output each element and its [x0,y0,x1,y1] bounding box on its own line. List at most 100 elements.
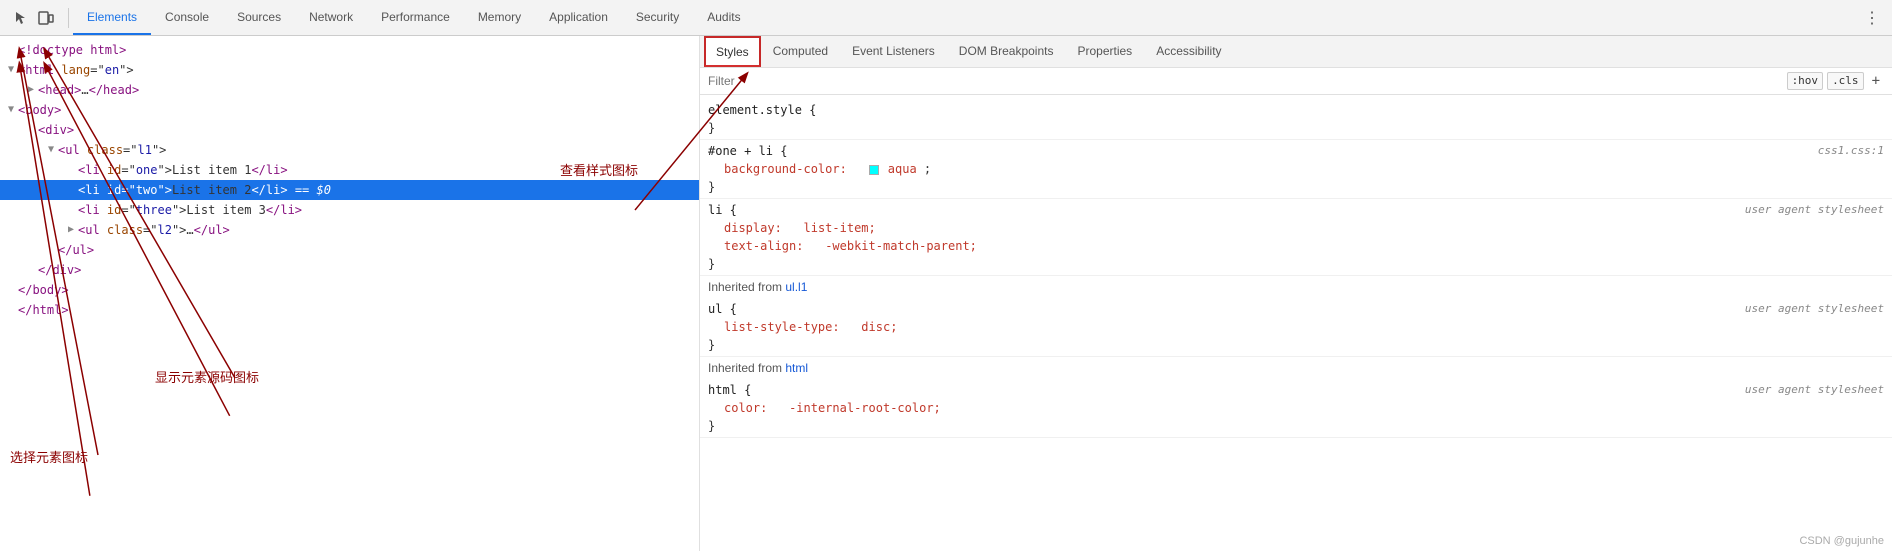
li-two-attr: id [107,180,121,200]
dom-line-body-close[interactable]: </body> [0,280,699,300]
ul-close-tag: </ul> [58,240,94,260]
dom-line-doctype[interactable]: <!doctype html> [0,40,699,60]
ul-tag: <ul [58,140,80,160]
tab-application[interactable]: Application [535,0,622,35]
tab-console[interactable]: Console [151,0,223,35]
dom-line-ul2[interactable]: ▶ <ul class =" l2 "> … </ul> [0,220,699,240]
li-one-attr: id [107,160,121,180]
body-tag: <body> [18,100,61,120]
ul-attr-class: class [87,140,123,160]
tab-elements[interactable]: Elements [73,0,151,35]
li-selector: li { [708,203,737,217]
tab-security[interactable]: Security [622,0,693,35]
tab-styles[interactable]: Styles [704,36,761,67]
ul2-tag: <ul [78,220,100,240]
bg-color-prop: background-color: [724,162,847,176]
html-rule: html { user agent stylesheet color: -int… [700,379,1892,438]
toolbar-divider [68,8,69,28]
dom-line-div[interactable]: <div> [0,120,699,140]
tab-dom-breakpoints[interactable]: DOM Breakpoints [947,36,1066,67]
ul2-attr: class [107,220,143,240]
dom-line-ul[interactable]: ▼ <ul class =" l1 "> [0,140,699,160]
one-li-rule: #one + li { css1.css:1 background-color:… [700,140,1892,199]
more-tabs-button[interactable]: ⋮ [1856,8,1888,27]
inherited-link-html[interactable]: html [785,361,808,375]
li-two-close: </li> [251,180,287,200]
li-one-close: </li> [251,160,287,180]
tab-memory[interactable]: Memory [464,0,535,35]
ul2-close: </ul> [194,220,230,240]
dom-line-li-three[interactable]: <li id =" three "> List item 3 </li> [0,200,699,220]
select-element-icon[interactable] [12,8,32,28]
device-toggle-icon[interactable] [36,8,56,28]
triangle-ul2: ▶ [68,220,78,240]
color-val: -internal-root-color; [789,401,941,415]
dom-panel: <!doctype html> ▼ <html lang =" en "> ▶ … [0,36,700,551]
triangle-ul: ▼ [48,140,58,160]
main-layout: <!doctype html> ▼ <html lang =" en "> ▶ … [0,36,1892,551]
dom-line-head[interactable]: ▶ <head> … </head> [0,80,699,100]
color-prop: color: [724,401,767,415]
display-prop: display: [724,221,782,235]
text-align-val: -webkit-match-parent; [825,239,977,253]
li-one-attr-val: one [136,160,158,180]
right-panel: Styles Computed Event Listeners DOM Brea… [700,36,1892,551]
filter-buttons: :hov .cls + [1787,72,1884,90]
tab-performance[interactable]: Performance [367,0,464,35]
dom-line-html[interactable]: ▼ <html lang =" en "> [0,60,699,80]
inherited-from-html: Inherited from html [700,357,1892,379]
head-tag: <head> [38,80,81,100]
dom-line-ul-close[interactable]: </ul> [0,240,699,260]
html-attr-lang: lang [61,60,90,80]
toolbar-icons [4,8,64,28]
one-li-selector: #one + li { [708,144,787,158]
tab-network[interactable]: Network [295,0,367,35]
element-style-selector: element.style { [708,103,816,117]
dom-tree: <!doctype html> ▼ <html lang =" en "> ▶ … [0,36,699,324]
li-source: user agent stylesheet [1745,201,1884,219]
li-one-text: List item 1 [172,160,251,180]
dom-line-body[interactable]: ▼ <body> [0,100,699,120]
source-label: 显示元素源码图标 [155,367,259,386]
tab-event-listeners[interactable]: Event Listeners [840,36,947,67]
aqua-swatch[interactable] [869,165,879,175]
tab-audits[interactable]: Audits [693,0,754,35]
bg-color-val: aqua [888,162,917,176]
dom-line-li-one[interactable]: <li id =" one "> List item 1 </li> [0,160,699,180]
inherited-link-ul[interactable]: ul.l1 [785,280,807,294]
cls-button[interactable]: .cls [1827,72,1864,90]
list-style-val: disc; [861,320,897,334]
dom-line-li-two[interactable]: <li id =" two "> List item 2 </li> == $0 [0,180,699,200]
body-close-tag: </body> [18,280,69,300]
li-two-tag: <li [78,180,100,200]
html-attr-lang-val: en [105,60,119,80]
add-style-button[interactable]: + [1868,72,1884,90]
triangle-head: ▶ [28,80,38,100]
li-two-attr-val: two [136,180,158,200]
li-one-tag: <li [78,160,100,180]
dom-line-html-close[interactable]: </html> [0,300,699,320]
dom-line-div-close[interactable]: </div> [0,260,699,280]
doctype-tag: <!doctype html> [18,40,126,60]
ul2-attr-val: l2 [158,220,172,240]
filter-input[interactable] [708,74,1787,88]
li-three-text: List item 3 [186,200,265,220]
select-label: 选择元素图标 [10,447,88,466]
html-source: user agent stylesheet [1745,381,1884,399]
display-val: list-item; [804,221,876,235]
main-tab-bar: Elements Console Sources Network Perform… [73,0,755,35]
tab-properties[interactable]: Properties [1065,36,1144,67]
tab-sources[interactable]: Sources [223,0,295,35]
html-selector: html { [708,383,751,397]
element-style-rule: element.style { } [700,99,1892,140]
one-li-source[interactable]: css1.css:1 [1818,142,1884,160]
ul-rule: ul { user agent stylesheet list-style-ty… [700,298,1892,357]
li-two-text: List item 2 [172,180,251,200]
triangle-body: ▼ [8,100,18,120]
hov-button[interactable]: :hov [1787,72,1824,90]
dollar-zero: == $0 [295,180,331,200]
tab-computed[interactable]: Computed [761,36,840,67]
html-close-tag: </html> [18,300,69,320]
tab-accessibility[interactable]: Accessibility [1144,36,1233,67]
list-style-prop: list-style-type: [724,320,840,334]
